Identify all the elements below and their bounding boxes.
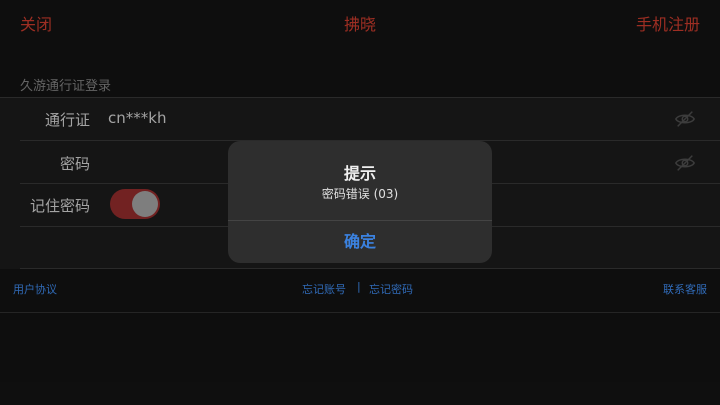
alert-dialog: 提示 密码错误 (03) 确定: [228, 141, 492, 263]
alert-message: 密码错误 (03): [321, 187, 399, 201]
alert-title: 提示: [343, 164, 376, 183]
confirm-button[interactable]: 确定: [228, 221, 492, 263]
